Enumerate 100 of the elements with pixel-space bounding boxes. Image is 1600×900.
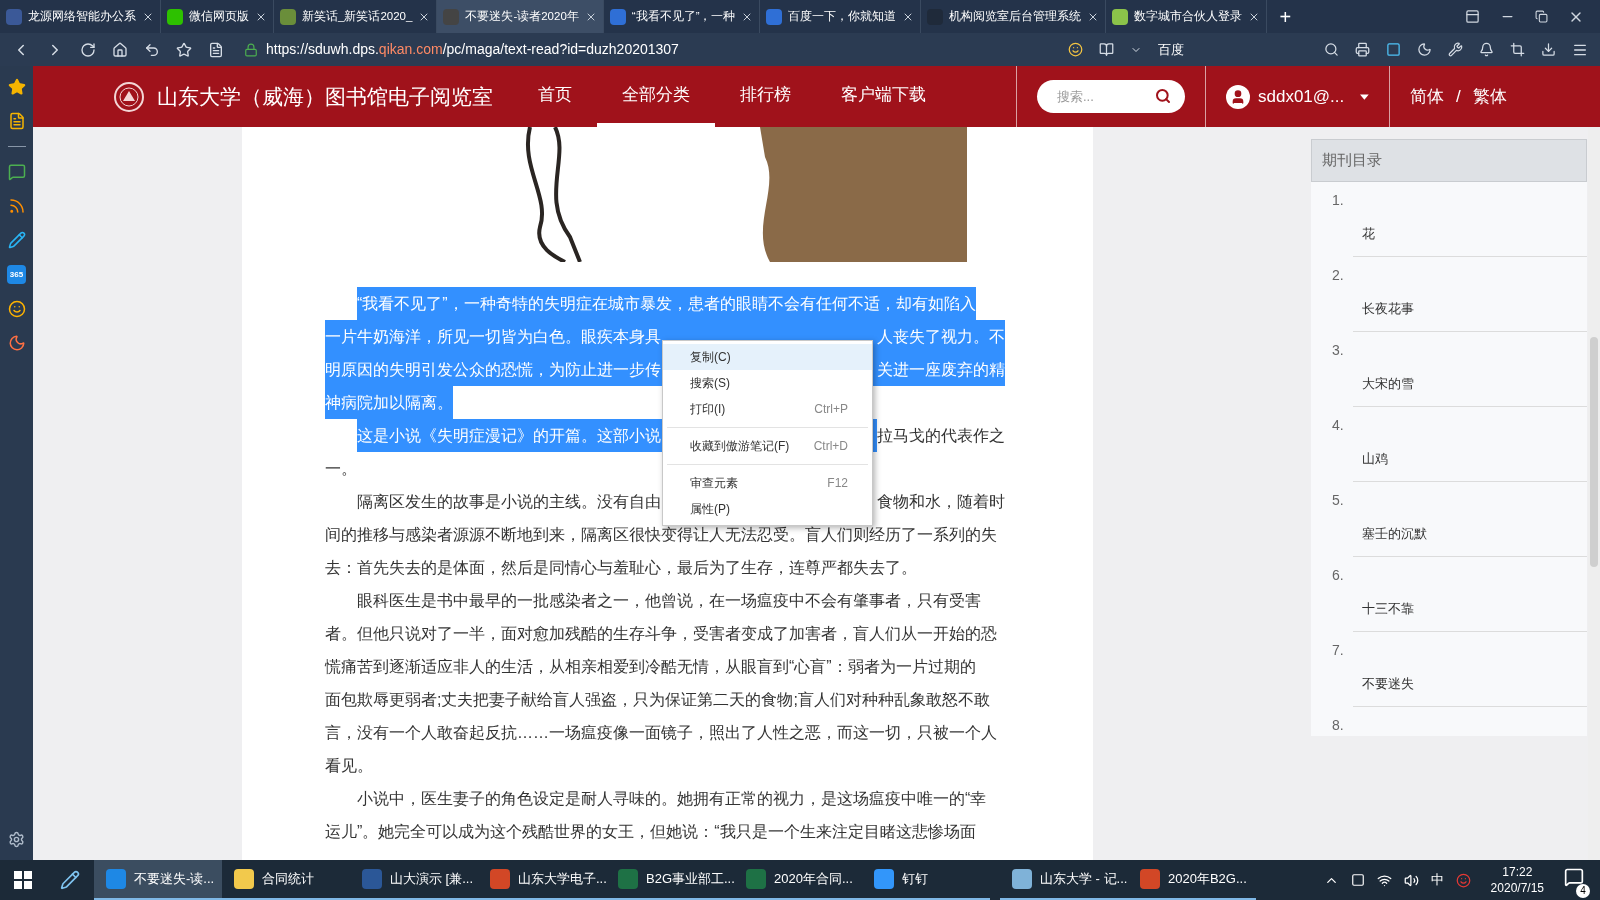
menu-item[interactable]: 打印(I) Ctrl+P: [663, 396, 872, 422]
nav-link[interactable]: 客户端下载: [816, 66, 951, 127]
sidebar-icon[interactable]: [1465, 9, 1480, 24]
settings-icon[interactable]: [8, 831, 25, 848]
taskbar-app[interactable]: 2020年合同...: [734, 860, 862, 900]
tab-title: 百度一下，你就知道: [788, 8, 897, 24]
scrollbar-thumb[interactable]: [1590, 337, 1598, 567]
article-title[interactable]: 塞壬的沉默: [1353, 523, 1427, 544]
menu-item[interactable]: 属性(P): [663, 496, 872, 522]
item-number: 6.: [1332, 566, 1344, 585]
tab-title: 龙源网络智能办公系: [28, 8, 136, 24]
bookmark-star-icon[interactable]: [176, 41, 192, 58]
note-icon[interactable]: [7, 112, 26, 130]
new-tab-button[interactable]: +: [1267, 0, 1304, 33]
article-text: “我看不见了”，一种奇特的失明症在城市暴发，患者的眼睛不会有任何不适，却有如陷入: [357, 287, 976, 320]
taskbar-app[interactable]: 山东大学 - 记...: [1000, 860, 1128, 900]
article-title[interactable]: 山鸡: [1353, 448, 1388, 469]
article-text: 人丧失了视力。不: [877, 320, 1005, 353]
smile-icon[interactable]: [7, 300, 26, 318]
clock[interactable]: 17:22 2020/7/15: [1482, 864, 1552, 896]
article-title[interactable]: 长夜花事: [1353, 298, 1414, 319]
article-text: 一。: [325, 459, 357, 479]
user-icon: [1226, 84, 1250, 109]
item-number: 4.: [1332, 416, 1344, 435]
star-icon[interactable]: [7, 78, 26, 96]
item-number: 8.: [1332, 716, 1344, 735]
notification-icon[interactable]: [1564, 866, 1584, 887]
windows-start-icon[interactable]: [14, 871, 32, 889]
reload-icon[interactable]: [80, 41, 96, 58]
search-icon[interactable]: [1155, 88, 1171, 104]
item-number: 3.: [1332, 341, 1344, 360]
traditional-link[interactable]: 繁体: [1472, 83, 1507, 110]
nav-link[interactable]: 首页: [513, 66, 597, 127]
search-field[interactable]: 搜索...: [1037, 80, 1185, 113]
moon-icon[interactable]: [1417, 42, 1432, 57]
pencil-icon[interactable]: [7, 231, 26, 249]
taskbar-app[interactable]: 山大演示 [兼...: [350, 860, 478, 900]
menu-item[interactable]: 审查元素 F12: [663, 470, 872, 496]
toc-item[interactable]: 6. 十三不靠: [1332, 557, 1587, 632]
article-text: 运儿”。她完全可以成为这个残酷世界的女王，但她说：“我只是一个生来注定目睹这悲惨场面: [325, 822, 976, 842]
home-icon[interactable]: [112, 41, 128, 58]
simplified-link[interactable]: 简体: [1410, 83, 1444, 110]
menu-item[interactable]: 收藏到傲游笔记(F) Ctrl+D: [663, 433, 872, 459]
undo-icon[interactable]: [144, 41, 160, 58]
article-text: 明原因的失明引发公众的恐慌，为防止进一步传: [325, 353, 661, 386]
book-icon[interactable]: [1099, 42, 1114, 57]
toc-item[interactable]: 3. 大宋的雪: [1332, 332, 1587, 407]
taskbar-app[interactable]: 2020年B2G...: [1128, 860, 1256, 900]
menu-item[interactable]: 搜索(S): [663, 370, 872, 396]
taskbar-app[interactable]: 不要迷失-读...: [94, 860, 222, 900]
url-text: https://sduwh.dps.qikan.com/pc/maga/text-read?id=duzh20201307: [266, 40, 679, 59]
wrench-icon[interactable]: [1448, 42, 1463, 57]
toc-item[interactable]: 7. 不要迷失: [1332, 632, 1587, 707]
input-method-icon[interactable]: [1455, 872, 1471, 888]
rss-icon[interactable]: [7, 197, 26, 215]
ime-indicator[interactable]: 中: [1430, 870, 1444, 890]
volume-icon[interactable]: [1403, 872, 1419, 888]
article-text: 者。但他只说对了一半，面对愈加残酷的生存斗争，受害者变成了加害者，盲人们从一开始的恐: [325, 624, 997, 644]
tab-title: 新笑话_新笑话2020_: [302, 8, 413, 24]
item-number: 2.: [1332, 266, 1344, 285]
separator-text: /: [1456, 85, 1461, 108]
notification-count: 4: [1576, 883, 1590, 898]
wifi-icon[interactable]: [1376, 872, 1392, 888]
bell-icon[interactable]: [1479, 42, 1494, 57]
chat-icon[interactable]: [7, 163, 26, 181]
article-text: 关进一座废弃的精: [877, 353, 1005, 386]
app-icon[interactable]: [1386, 42, 1401, 57]
menu-item[interactable]: 复制(C): [663, 344, 872, 370]
article-text: 神病院加以隔离。: [325, 386, 453, 419]
address-field[interactable]: https://sduwh.dps.qikan.com/pc/maga/text-read?id=duzh20201307: [240, 36, 1052, 63]
article-text: 看见。: [325, 756, 373, 776]
article-title[interactable]: 大宋的雪: [1353, 373, 1414, 394]
crop-icon[interactable]: [1510, 42, 1525, 57]
taskbar-app[interactable]: 山东大学电子...: [478, 860, 606, 900]
search-icon[interactable]: [1324, 42, 1339, 57]
article-text: 这是小说《失明症漫记》的开篇。这部小说: [357, 419, 661, 452]
toc-item[interactable]: 5. 塞壬的沉默: [1332, 482, 1587, 557]
tab-title: “我看不见了”，一种: [631, 8, 736, 24]
toc-item[interactable]: 1. 花: [1332, 182, 1587, 257]
site-title: 山东大学（威海）图书馆电子阅览室: [157, 83, 494, 110]
toc-item[interactable]: 4. 山鸡: [1332, 407, 1587, 482]
download-icon[interactable]: [1541, 42, 1556, 57]
reader-icon[interactable]: [208, 41, 224, 58]
search-engine-label[interactable]: 百度: [1158, 39, 1308, 60]
article-title[interactable]: 十三不靠: [1353, 598, 1414, 619]
article-text: 食物和水，随着时: [877, 492, 1005, 512]
taskbar-app[interactable]: 合同统计: [222, 860, 350, 900]
taskbar-app[interactable]: B2G事业部工...: [606, 860, 734, 900]
nav-link[interactable]: 排行榜: [715, 66, 816, 127]
calendar-app-icon[interactable]: 365: [7, 265, 26, 284]
taskbar-app[interactable]: 钉钉: [862, 860, 990, 900]
article-title[interactable]: 花: [1353, 223, 1375, 244]
browser-tab[interactable]: 不要迷失-读者2020年: [437, 0, 604, 33]
toc-item[interactable]: 8.: [1332, 707, 1587, 736]
toc-item[interactable]: 2. 长夜花事: [1332, 257, 1587, 332]
restore-icon[interactable]: [1535, 10, 1548, 23]
item-number: 5.: [1332, 491, 1344, 510]
article-title[interactable]: 不要迷失: [1353, 673, 1414, 694]
article-text: 眼科医生是书中最早的一批感染者之一，他曾说，在一场瘟疫中不会有肇事者，只有受害: [357, 591, 981, 611]
printer-icon[interactable]: [1355, 42, 1370, 57]
